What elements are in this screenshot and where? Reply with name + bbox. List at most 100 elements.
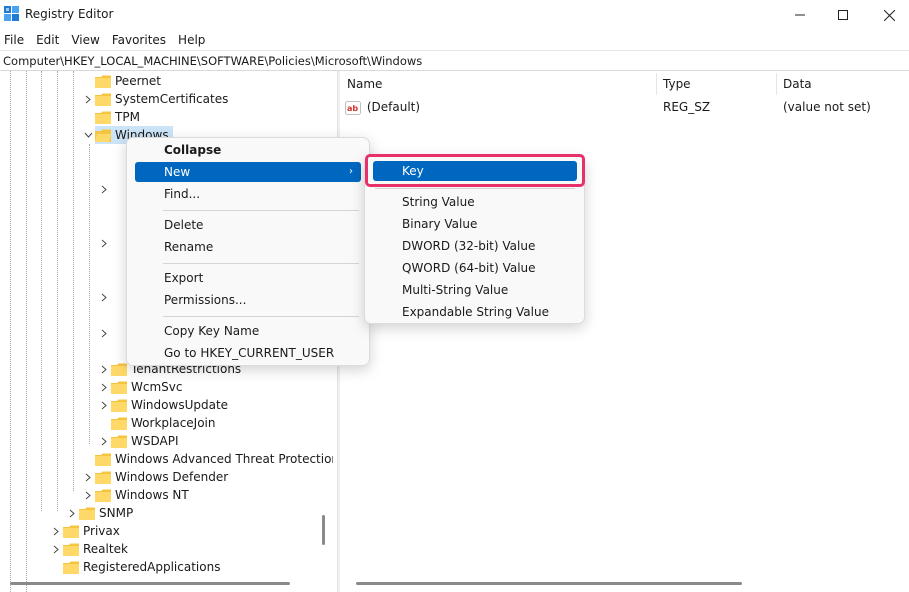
folder-icon	[79, 507, 95, 520]
chevron-right-icon[interactable]	[99, 234, 109, 252]
tree-guide	[41, 71, 42, 511]
submenu-item-multi-string-value[interactable]: Multi-String Value	[373, 280, 577, 300]
menu-item-export[interactable]: Export	[135, 268, 361, 288]
close-button[interactable]	[866, 0, 909, 30]
tree-guide	[89, 144, 90, 444]
menu-separator	[375, 188, 575, 189]
chevron-right-icon[interactable]	[99, 324, 109, 342]
folder-icon	[95, 453, 111, 466]
tree-guide	[73, 71, 74, 491]
menu-item-copy-key-name[interactable]: Copy Key Name	[135, 321, 361, 341]
chevron-right-icon[interactable]	[99, 360, 109, 378]
tree-vertical-scrollbar[interactable]	[322, 515, 325, 545]
column-header-type[interactable]: Type	[656, 71, 691, 97]
tree-item-label: WorkplaceJoin	[131, 416, 216, 430]
chevron-right-icon[interactable]	[99, 432, 109, 450]
menu-item-label: String Value	[402, 195, 475, 209]
chevron-right-icon[interactable]	[67, 504, 77, 522]
tree-item-windows-nt[interactable]: Windows NT	[95, 486, 189, 504]
chevron-right-icon[interactable]	[99, 396, 109, 414]
menu-item-collapse[interactable]: Collapse	[135, 140, 361, 160]
chevron-right-icon[interactable]	[99, 180, 109, 198]
address-input[interactable]	[0, 51, 905, 70]
menu-item-find[interactable]: Find...	[135, 184, 361, 204]
menu-bar: File Edit View Favorites Help	[0, 30, 909, 50]
chevron-right-icon[interactable]	[51, 522, 61, 540]
tree-horizontal-scrollbar[interactable]	[10, 582, 290, 585]
tree-item-label: WindowsUpdate	[131, 398, 229, 412]
menu-item-label: Expandable String Value	[402, 305, 549, 319]
tree-item-label: Peernet	[115, 74, 161, 88]
chevron-down-icon[interactable]	[83, 126, 93, 144]
chevron-right-icon[interactable]	[83, 468, 93, 486]
menu-item-label: New	[164, 165, 191, 179]
tree-item-realtek[interactable]: Realtek	[63, 540, 128, 558]
tree-item-windowsupdate[interactable]: WindowsUpdate	[111, 396, 228, 414]
menu-favorites[interactable]: Favorites	[108, 30, 172, 50]
tree-item-registeredapplications[interactable]: RegisteredApplications	[63, 558, 220, 576]
submenu-item-string-value[interactable]: String Value	[373, 192, 577, 212]
tree-guide	[10, 71, 11, 592]
menu-file[interactable]: File	[0, 30, 30, 50]
column-header-data[interactable]: Data	[776, 71, 812, 97]
tree-item-label: SNMP	[99, 506, 134, 520]
address-bar	[0, 50, 909, 71]
folder-icon	[95, 489, 111, 502]
tree-item-label: WSDAPI	[131, 434, 179, 448]
tree-item-wsdapi[interactable]: WSDAPI	[111, 432, 179, 450]
chevron-right-icon[interactable]	[51, 540, 61, 558]
menu-item-label: QWORD (64-bit) Value	[402, 261, 536, 275]
column-header-name[interactable]: Name	[340, 71, 382, 97]
minimize-icon	[795, 14, 805, 16]
menu-edit[interactable]: Edit	[32, 30, 65, 50]
maximize-icon	[838, 10, 848, 20]
chevron-right-icon[interactable]	[83, 90, 93, 108]
folder-icon	[111, 435, 127, 448]
menu-item-label: Export	[164, 271, 204, 285]
chevron-right-icon[interactable]	[99, 288, 109, 306]
tree-item-label: RegisteredApplications	[83, 560, 221, 574]
tree-item-label: WcmSvc	[131, 380, 183, 394]
menu-item-permissions[interactable]: Permissions...	[135, 290, 361, 310]
tree-item-systemcertificates[interactable]: SystemCertificates	[95, 90, 228, 108]
minimize-button[interactable]	[777, 0, 823, 30]
values-list: Name Type Data ab (Default) REG_SZ (valu…	[340, 71, 909, 592]
tree-item-label: SystemCertificates	[115, 92, 229, 106]
tree-item-label: Windows Defender	[115, 470, 229, 484]
tree-item-wcmsvc[interactable]: WcmSvc	[111, 378, 182, 396]
tree-item-workplacejoin[interactable]: WorkplaceJoin	[111, 414, 216, 432]
submenu-item-dword-value[interactable]: DWORD (32-bit) Value	[373, 236, 577, 256]
menu-help[interactable]: Help	[174, 30, 211, 50]
menu-view[interactable]: View	[67, 30, 105, 50]
menu-item-label: Multi-String Value	[402, 283, 509, 297]
menu-item-goto-hkcu[interactable]: Go to HKEY_CURRENT_USER	[135, 343, 361, 363]
folder-icon	[63, 543, 79, 556]
submenu-item-qword-value[interactable]: QWORD (64-bit) Value	[373, 258, 577, 278]
tree-item-snmp[interactable]: SNMP	[79, 504, 133, 522]
submenu-item-binary-value[interactable]: Binary Value	[373, 214, 577, 234]
chevron-right-icon[interactable]	[83, 486, 93, 504]
chevron-right-icon[interactable]	[99, 378, 109, 396]
menu-item-delete[interactable]: Delete	[135, 215, 361, 235]
values-horizontal-scrollbar[interactable]	[356, 582, 742, 585]
folder-icon	[95, 93, 111, 106]
menu-item-rename[interactable]: Rename	[135, 237, 361, 257]
window-title: Registry Editor	[25, 7, 114, 21]
submenu-item-expandable-string-value[interactable]: Expandable String Value	[373, 302, 577, 322]
tree-item-windows-defender[interactable]: Windows Defender	[95, 468, 228, 486]
maximize-button[interactable]	[820, 0, 866, 30]
tree-item-tpm[interactable]: TPM	[95, 108, 140, 126]
menu-item-label: Permissions...	[164, 293, 247, 307]
menu-separator	[163, 316, 359, 317]
folder-icon	[95, 111, 111, 124]
menu-separator	[163, 210, 359, 211]
tree-item-windows-atp[interactable]: Windows Advanced Threat Protection	[95, 450, 333, 468]
title-bar: Registry Editor	[0, 0, 909, 30]
folder-open-icon	[95, 129, 111, 142]
value-data: (value not set)	[783, 100, 871, 114]
folder-icon	[111, 417, 127, 430]
tree-item-peernet[interactable]: Peernet	[95, 72, 161, 90]
menu-item-new[interactable]: New ›	[135, 162, 361, 182]
value-row[interactable]: ab (Default)	[345, 97, 420, 117]
tree-item-privax[interactable]: Privax	[63, 522, 120, 540]
